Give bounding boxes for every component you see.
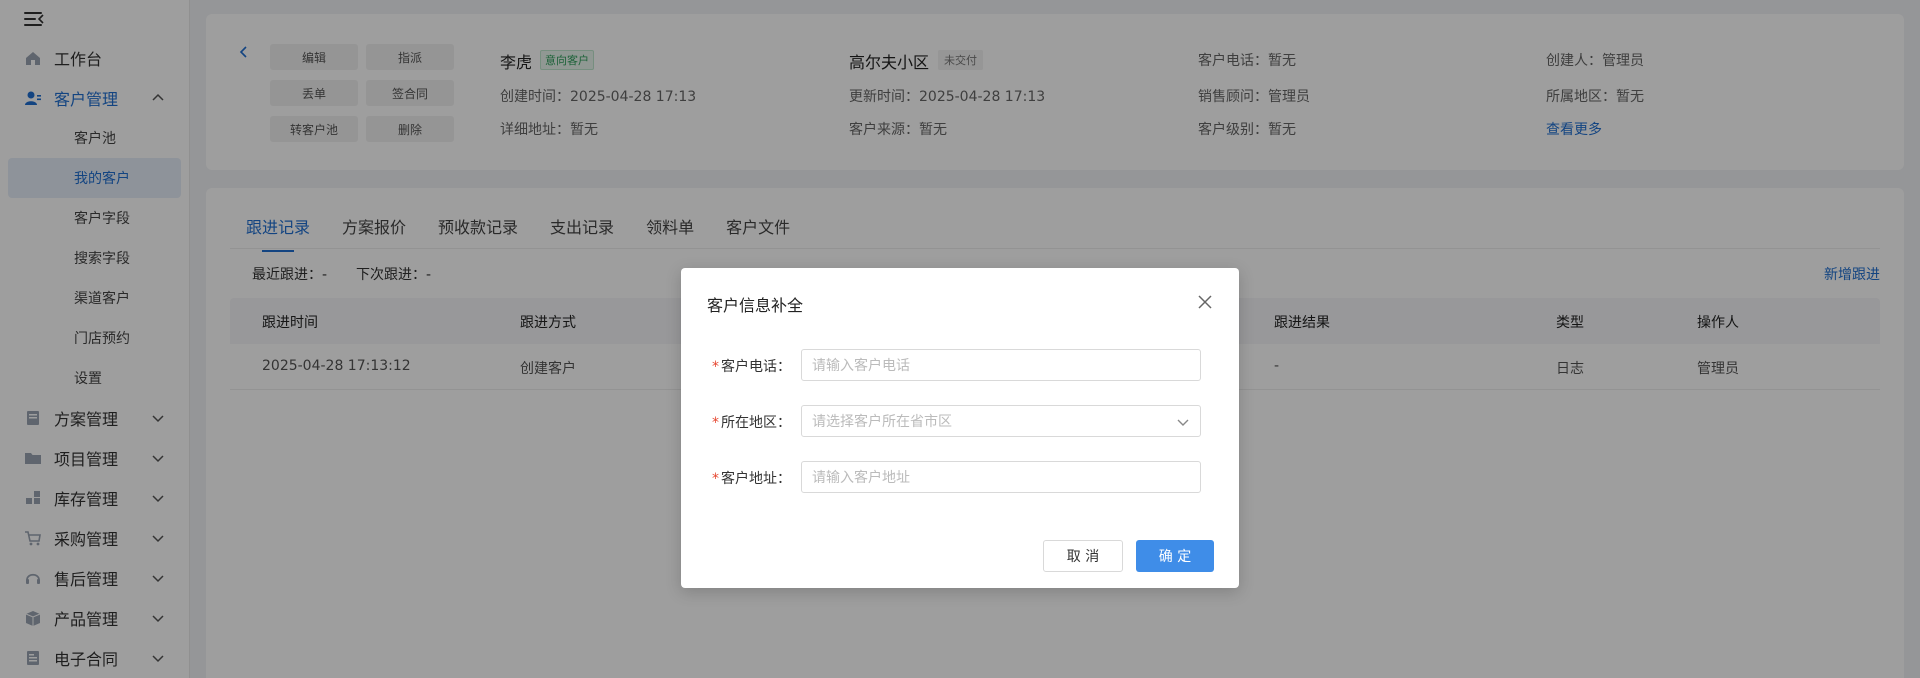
required-mark: * bbox=[712, 415, 719, 431]
required-mark: * bbox=[712, 359, 719, 375]
region-label: * 所在地区： bbox=[712, 412, 791, 432]
required-mark: * bbox=[712, 471, 719, 487]
address-row: * 客户地址： 请输入客户地址 bbox=[681, 461, 1239, 493]
address-label: * 客户地址： bbox=[712, 468, 791, 488]
field-label: 客户地址： bbox=[721, 471, 791, 487]
customer-info-dialog: 客户信息补全 * 客户电话： 请输入客户电话 * 所在地区： 请选择客户所在省市区 … bbox=[681, 268, 1239, 588]
field-label: 所在地区： bbox=[721, 415, 791, 431]
dialog-title: 客户信息补全 bbox=[707, 296, 804, 315]
region-placeholder: 请选择客户所在省市区 bbox=[812, 414, 952, 430]
phone-input[interactable]: 请输入客户电话 bbox=[801, 349, 1201, 381]
chevron-down-icon bbox=[1177, 419, 1189, 426]
close-icon[interactable] bbox=[1197, 294, 1213, 310]
region-row: * 所在地区： 请选择客户所在省市区 bbox=[681, 405, 1239, 437]
confirm-button[interactable]: 确 定 bbox=[1136, 540, 1214, 572]
region-select[interactable]: 请选择客户所在省市区 bbox=[801, 405, 1201, 437]
phone-label: * 客户电话： bbox=[712, 356, 791, 376]
field-label: 客户电话： bbox=[721, 359, 791, 375]
address-input[interactable]: 请输入客户地址 bbox=[801, 461, 1201, 493]
phone-row: * 客户电话： 请输入客户电话 bbox=[681, 349, 1239, 381]
cancel-button[interactable]: 取 消 bbox=[1043, 540, 1123, 572]
